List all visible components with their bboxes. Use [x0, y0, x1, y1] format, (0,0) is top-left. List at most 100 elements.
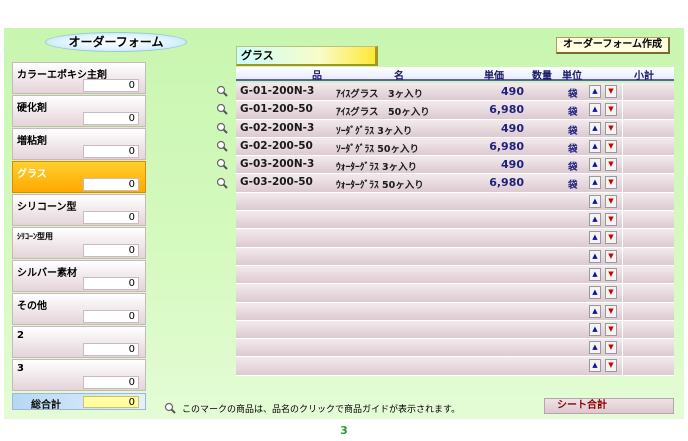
- product-unit: 袋: [568, 125, 578, 137]
- product-name[interactable]: ｱｲｽグラス 3ヶ入り: [336, 86, 423, 100]
- row-subtotal: [622, 247, 674, 265]
- down-arrow-icon[interactable]: ▼: [605, 213, 617, 227]
- grand-total-label: 総合計: [31, 400, 61, 411]
- up-arrow-icon[interactable]: ▲: [589, 139, 601, 153]
- category-item[interactable]: シルバー素材 0: [12, 260, 146, 292]
- row-subtotal: [622, 156, 674, 174]
- product-name[interactable]: ｳｫｰﾀｰｸﾞﾗｽ 3ヶ入り: [336, 159, 417, 173]
- product-table: G-01-200N-3 ｱｲｽグラス 3ヶ入り 490 袋 ▲ ▼ G-01-200-50 ｱ…: [236, 83, 674, 376]
- category-value: 0: [83, 178, 139, 191]
- table-row: G-02-200N-3 ｿｰﾀﾞｸﾞﾗｽ 3ヶ入り 490 袋 ▲ ▼: [236, 119, 674, 138]
- down-arrow-icon[interactable]: ▼: [605, 176, 617, 190]
- category-item[interactable]: カラーエポキシ主剤 0: [12, 62, 146, 94]
- product-name[interactable]: ｳｫｰﾀｰｸﾞﾗｽ 50ヶ入り: [336, 177, 424, 191]
- table-row: G-01-200N-3 ｱｲｽグラス 3ヶ入り 490 袋 ▲ ▼: [236, 83, 674, 102]
- category-value: 0: [83, 145, 139, 158]
- product-price: 490: [501, 121, 524, 135]
- product-name[interactable]: ｿｰﾀﾞｸﾞﾗｽ 3ヶ入り: [336, 123, 412, 137]
- category-label: ｼﾘｺｰﾝ型用: [17, 232, 53, 241]
- table-row: ▲ ▼: [236, 247, 674, 266]
- category-value: 0: [83, 343, 139, 356]
- up-arrow-icon[interactable]: ▲: [589, 359, 601, 373]
- row-subtotal: [622, 229, 674, 247]
- up-arrow-icon[interactable]: ▲: [589, 85, 601, 98]
- product-code[interactable]: G-02-200-50: [240, 140, 313, 152]
- row-subtotal: [622, 302, 674, 320]
- row-subtotal: [622, 211, 674, 229]
- down-arrow-icon[interactable]: ▼: [605, 194, 617, 208]
- product-code[interactable]: G-03-200-50: [240, 176, 313, 188]
- up-arrow-icon[interactable]: ▲: [589, 341, 601, 355]
- up-arrow-icon[interactable]: ▲: [589, 176, 601, 190]
- product-code[interactable]: G-01-200-50: [240, 103, 313, 115]
- product-code[interactable]: G-02-200N-3: [240, 122, 314, 134]
- row-subtotal: [622, 284, 674, 302]
- product-unit: 袋: [568, 143, 578, 155]
- row-subtotal: [622, 265, 674, 284]
- down-arrow-icon[interactable]: ▼: [605, 359, 617, 373]
- category-item[interactable]: 硬化剤 0: [12, 95, 146, 127]
- category-heading: グラス: [236, 46, 378, 66]
- up-arrow-icon[interactable]: ▲: [589, 103, 601, 117]
- magnifier-icon: [164, 402, 176, 417]
- table-row: G-01-200-50 ｱｲｽグラス 50ヶ入り 6,980 袋 ▲ ▼: [236, 101, 674, 120]
- column-name-mei: 名: [394, 71, 404, 82]
- category-value: 0: [83, 79, 139, 92]
- create-order-form-button[interactable]: オーダーフォーム作成: [556, 37, 670, 54]
- up-arrow-icon[interactable]: ▲: [589, 267, 601, 281]
- category-item[interactable]: ｼﾘｺｰﾝ型用 0: [12, 227, 146, 259]
- category-label: 増粘剤: [17, 136, 47, 147]
- form-title: オーダーフォーム: [45, 32, 187, 52]
- category-item[interactable]: グラス 0: [12, 161, 146, 193]
- product-code[interactable]: G-03-200N-3: [240, 158, 314, 170]
- row-subtotal: [622, 192, 674, 211]
- down-arrow-icon[interactable]: ▼: [605, 322, 617, 336]
- product-price: 490: [501, 158, 524, 172]
- category-item[interactable]: 30: [12, 359, 146, 391]
- product-name[interactable]: ｱｲｽグラス 50ヶ入り: [336, 104, 430, 118]
- up-arrow-icon[interactable]: ▲: [589, 231, 601, 245]
- down-arrow-icon[interactable]: ▼: [605, 85, 617, 98]
- table-row: G-03-200-50 ｳｫｰﾀｰｸﾞﾗｽ 50ヶ入り 6,980 袋 ▲ ▼: [236, 174, 674, 193]
- up-arrow-icon[interactable]: ▲: [589, 194, 601, 208]
- product-price: 6,980: [489, 176, 524, 190]
- magnifier-icon[interactable]: [216, 85, 228, 97]
- column-header: 品 名 単価 数量 単位 小計: [236, 67, 674, 82]
- down-arrow-icon[interactable]: ▼: [605, 158, 617, 172]
- product-unit: 袋: [568, 89, 578, 100]
- table-row: ▲ ▼: [236, 265, 674, 285]
- down-arrow-icon[interactable]: ▼: [605, 231, 617, 245]
- up-arrow-icon[interactable]: ▲: [589, 213, 601, 227]
- down-arrow-icon[interactable]: ▼: [605, 286, 617, 300]
- magnifier-icon[interactable]: [216, 158, 228, 170]
- up-arrow-icon[interactable]: ▲: [589, 249, 601, 263]
- product-name[interactable]: ｿｰﾀﾞｸﾞﾗｽ 50ヶ入り: [336, 141, 419, 155]
- magnifier-icon[interactable]: [216, 177, 228, 189]
- row-subtotal: [622, 339, 674, 357]
- magnifier-icon[interactable]: [216, 140, 228, 152]
- category-label: 3: [17, 363, 24, 374]
- up-arrow-icon[interactable]: ▲: [589, 158, 601, 172]
- up-arrow-icon[interactable]: ▲: [589, 121, 601, 135]
- category-item[interactable]: シリコーン型 0: [12, 194, 146, 226]
- table-row: ▲ ▼: [236, 284, 674, 303]
- table-row: G-02-200-50 ｿｰﾀﾞｸﾞﾗｽ 50ヶ入り 6,980 袋 ▲ ▼: [236, 137, 674, 157]
- down-arrow-icon[interactable]: ▼: [605, 103, 617, 117]
- down-arrow-icon[interactable]: ▼: [605, 121, 617, 135]
- down-arrow-icon[interactable]: ▼: [605, 341, 617, 355]
- magnifier-icon[interactable]: [216, 103, 228, 116]
- table-row: ▲ ▼: [236, 357, 674, 376]
- down-arrow-icon[interactable]: ▼: [605, 139, 617, 153]
- magnifier-icon[interactable]: [216, 122, 228, 134]
- product-code[interactable]: G-01-200N-3: [240, 85, 314, 97]
- category-item[interactable]: その他 0: [12, 293, 146, 325]
- category-item[interactable]: 20: [12, 326, 146, 358]
- up-arrow-icon[interactable]: ▲: [589, 304, 601, 318]
- category-item[interactable]: 増粘剤 0: [12, 128, 146, 160]
- down-arrow-icon[interactable]: ▼: [605, 304, 617, 318]
- product-unit: 袋: [568, 107, 578, 119]
- up-arrow-icon[interactable]: ▲: [589, 322, 601, 336]
- down-arrow-icon[interactable]: ▼: [605, 267, 617, 281]
- down-arrow-icon[interactable]: ▼: [605, 249, 617, 263]
- up-arrow-icon[interactable]: ▲: [589, 286, 601, 300]
